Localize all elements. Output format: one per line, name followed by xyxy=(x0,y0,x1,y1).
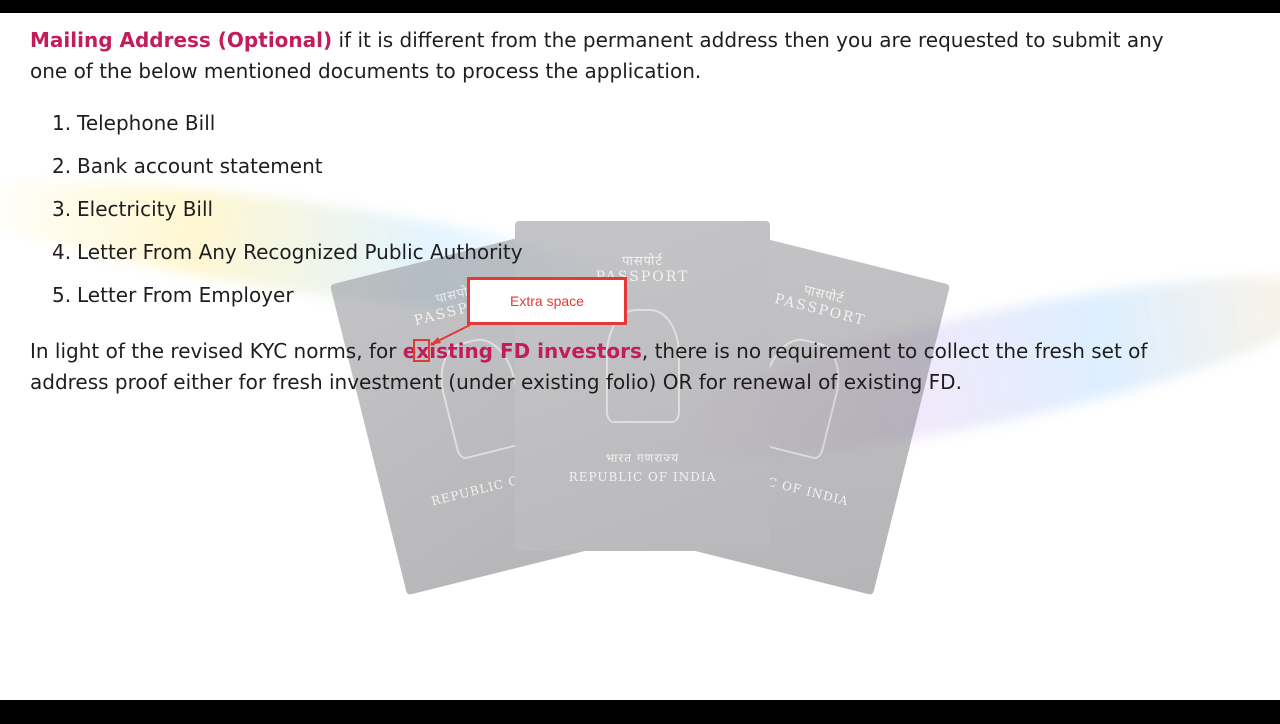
list-item: 5. Letter From Employer xyxy=(52,277,523,320)
extra-space-marker xyxy=(413,339,430,362)
list-item-label: Telephone Bill xyxy=(77,111,216,135)
list-number: 4. xyxy=(52,240,72,264)
mailing-address-highlight: Mailing Address (Optional) xyxy=(30,28,333,52)
list-number: 5. xyxy=(52,283,72,307)
list-item: 3. Electricity Bill xyxy=(52,191,523,234)
list-item-label: Letter From Any Recognized Public Author… xyxy=(77,240,523,264)
list-item-label: Letter From Employer xyxy=(77,283,294,307)
kyc-paragraph: In light of the revised KYC norms, for e… xyxy=(30,336,1190,398)
passport-hindi-text: पासपोर्ट xyxy=(622,254,663,269)
kyc-text-before: In light of the revised KYC norms, for xyxy=(30,339,403,363)
extra-space-callout: Extra space xyxy=(467,277,627,325)
list-number: 1. xyxy=(52,111,72,135)
list-number: 2. xyxy=(52,154,72,178)
existing-fd-investors-highlight: existing FD investors xyxy=(402,339,642,363)
documents-list: 1. Telephone Bill 2. Bank account statemen… xyxy=(52,105,523,320)
list-item-label: Electricity Bill xyxy=(77,197,214,221)
passport-republic-text: REPUBLIC OF INDIA xyxy=(568,470,717,484)
mailing-address-paragraph: Mailing Address (Optional) if it is diff… xyxy=(30,25,1190,87)
bottom-bar xyxy=(0,700,1280,724)
list-number: 3. xyxy=(52,197,72,221)
list-item: 1. Telephone Bill xyxy=(52,105,523,148)
list-item: 4. Letter From Any Recognized Public Auth… xyxy=(52,234,523,277)
list-item-label: Bank account statement xyxy=(77,154,323,178)
slide: पासपोर्ट PASSPORT REPUBLIC OF INDIA पासप… xyxy=(0,13,1280,700)
list-item: 2. Bank account statement xyxy=(52,148,523,191)
callout-label: Extra space xyxy=(510,293,584,309)
passport-republic-hindi-text: भारत गणराज्य xyxy=(605,451,680,465)
